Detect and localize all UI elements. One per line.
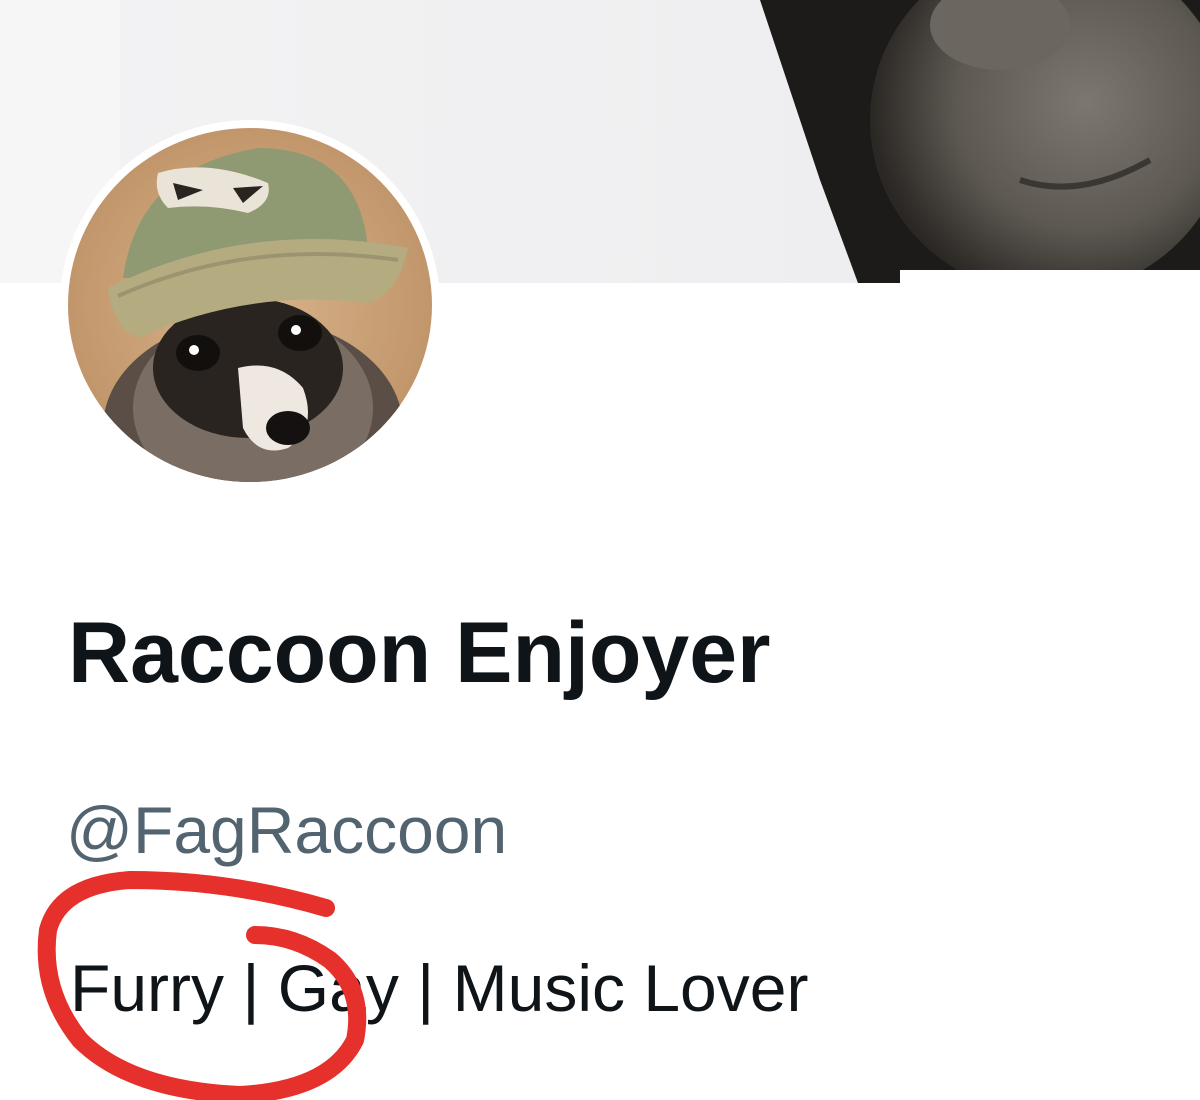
profile-bio: Furry | Gay | Music Lover xyxy=(70,951,809,1025)
display-name: Raccoon Enjoyer xyxy=(68,605,771,701)
profile-page: Raccoon Enjoyer @FagRaccoon Furry | Gay … xyxy=(0,0,1200,1100)
profile-avatar[interactable] xyxy=(60,120,440,490)
user-handle[interactable]: @FagRaccoon xyxy=(66,788,507,872)
raccoon-avatar-icon xyxy=(68,128,432,482)
